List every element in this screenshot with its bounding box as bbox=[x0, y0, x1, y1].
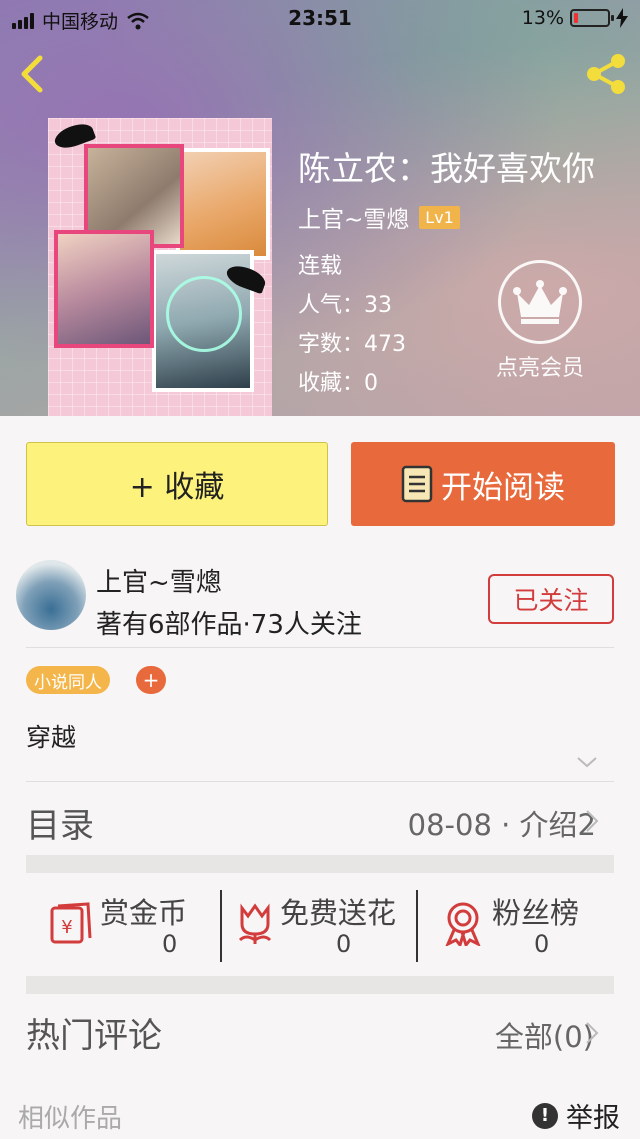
back-icon[interactable] bbox=[14, 52, 54, 96]
book-header: 中国移动 23:51 13% 陈立农：我好喜欢你 上官~雪熜 Lv1 连载 人气… bbox=[0, 0, 640, 416]
cover-photo bbox=[176, 148, 270, 260]
charging-icon bbox=[616, 8, 628, 28]
divider bbox=[220, 890, 222, 962]
cover-photo bbox=[54, 230, 154, 348]
popularity: 人气：33 bbox=[298, 293, 392, 318]
category-tag[interactable]: 小说同人 bbox=[26, 666, 110, 694]
level-badge: Lv1 bbox=[419, 205, 460, 229]
send-flower-button[interactable]: 免费送花 0 bbox=[232, 872, 418, 978]
battery-percent: 13% bbox=[521, 7, 564, 29]
divider bbox=[26, 781, 614, 782]
author-stats: 著有6部作品·73人关注 bbox=[96, 610, 362, 640]
similar-works-title: 相似作品 bbox=[18, 1104, 123, 1134]
red-envelope-icon: ¥ bbox=[50, 902, 92, 944]
divider bbox=[416, 890, 418, 962]
section-separator bbox=[26, 976, 614, 994]
battery-icon bbox=[570, 9, 614, 27]
author-avatar[interactable] bbox=[16, 560, 86, 630]
status-bar: 中国移动 23:51 13% bbox=[0, 0, 640, 40]
support-row: ¥ 赏金币 0 免费送花 0 粉丝榜 0 bbox=[26, 872, 614, 978]
stat-value: 0 bbox=[336, 930, 352, 958]
stat-name: 免费送花 bbox=[280, 896, 397, 930]
fan-ranking-button[interactable]: 粉丝榜 0 bbox=[440, 872, 610, 978]
stat-name: 赏金币 bbox=[100, 896, 188, 930]
book-author[interactable]: 上官~雪熜 bbox=[298, 200, 409, 234]
serial-status: 连载 bbox=[298, 254, 343, 279]
stat-value: 0 bbox=[534, 930, 550, 958]
cover-decoration bbox=[166, 276, 242, 352]
vip-label: 点亮会员 bbox=[495, 356, 584, 381]
vip-button[interactable]: 点亮会员 bbox=[488, 260, 592, 382]
flower-icon bbox=[238, 903, 272, 944]
add-tag-button[interactable]: + bbox=[136, 666, 166, 694]
section-separator bbox=[26, 855, 614, 873]
start-reading-button[interactable]: 开始阅读 bbox=[351, 442, 615, 526]
genre-label: 穿越 bbox=[26, 723, 77, 752]
collect-button[interactable]: + 收藏 bbox=[26, 442, 328, 526]
chevron-down-icon[interactable] bbox=[574, 752, 600, 772]
book-icon bbox=[401, 465, 433, 503]
word-count: 字数：473 bbox=[298, 332, 406, 357]
favorites-count: 收藏：0 bbox=[298, 371, 378, 396]
medal-icon bbox=[445, 902, 481, 946]
author-name[interactable]: 上官~雪熜 bbox=[96, 562, 222, 599]
report-button[interactable]: ! 举报 bbox=[532, 1096, 620, 1135]
toc-latest: 08-08 · 介绍2 bbox=[407, 808, 596, 842]
all-comments-link[interactable]: 全部(0) bbox=[495, 1014, 594, 1056]
stat-name: 粉丝榜 bbox=[492, 896, 580, 930]
crown-icon bbox=[513, 280, 567, 324]
toc-label: 目录 bbox=[26, 806, 94, 846]
share-icon[interactable] bbox=[582, 52, 630, 96]
book-title: 陈立农：我好喜欢你 bbox=[298, 149, 595, 188]
book-cover[interactable] bbox=[48, 118, 272, 416]
reward-coins-button[interactable]: ¥ 赏金币 0 bbox=[48, 872, 218, 978]
report-label: 举报 bbox=[566, 1103, 620, 1134]
chevron-right-icon bbox=[586, 1022, 599, 1044]
divider bbox=[26, 647, 614, 648]
chevron-right-icon bbox=[586, 810, 599, 832]
follow-button[interactable]: 已关注 bbox=[488, 574, 614, 624]
hot-comments-title: 热门评论 bbox=[26, 1016, 162, 1056]
warning-icon: ! bbox=[532, 1102, 558, 1129]
start-reading-label: 开始阅读 bbox=[441, 469, 565, 506]
stat-value: 0 bbox=[162, 930, 178, 958]
svg-text:¥: ¥ bbox=[61, 917, 72, 938]
